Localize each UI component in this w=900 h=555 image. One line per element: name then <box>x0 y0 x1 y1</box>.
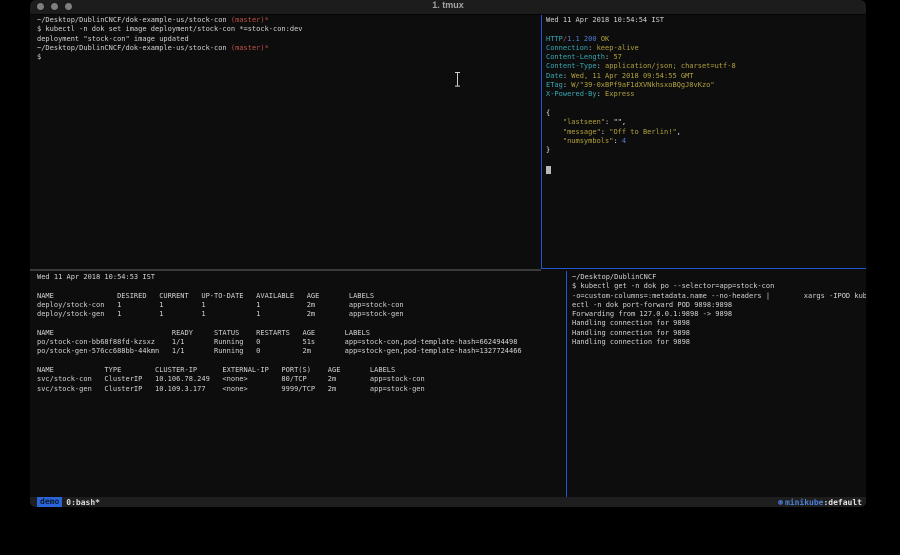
terminal-line: Forwarding from 127.0.0.1:9898 -> 9898 <box>572 310 866 319</box>
terminal-line: NAME READY STATUS RESTARTS AGE LABELS <box>37 329 573 338</box>
terminal-line: $ <box>37 53 548 62</box>
terminal-line: svc/stock-con ClusterIP 10.106.78.249 <n… <box>37 375 573 384</box>
pane-bottom-right-port-forward[interactable]: ~/Desktop/DublinCNCF$ kubectl get -n dok… <box>567 271 866 499</box>
terminal-line: Wed 11 Apr 2018 10:54:54 IST <box>546 16 866 25</box>
terminal-line <box>546 25 866 34</box>
terminal-line <box>546 100 866 109</box>
window-tab-bash[interactable]: 0:bash* <box>66 498 100 507</box>
terminal-line: ~/Desktop/DublinCNCF <box>572 273 866 282</box>
terminal-line: -o=custom-columns=:metadata.name --no-he… <box>572 292 866 301</box>
terminal-line <box>546 165 866 174</box>
terminal-line: svc/stock-gen ClusterIP 10.109.3.177 <no… <box>37 385 573 394</box>
terminal-line: Connection: keep-alive <box>546 44 866 53</box>
terminal-line <box>37 282 573 291</box>
title-bar[interactable]: 1. tmux <box>30 0 866 15</box>
ibeam-mouse-pointer <box>454 72 461 87</box>
desktop: 1. tmux ~/Desktop/DublinCNCF/dok-example… <box>0 0 900 555</box>
terminal-line: po/stock-con-bb68f88fd-kzsxz 1/1 Running… <box>37 338 573 347</box>
pane-top-right-http-response[interactable]: Wed 11 Apr 2018 10:54:54 IST HTTP/1.1 200… <box>542 15 866 269</box>
terminal-line <box>37 319 573 328</box>
terminal-line: ectl -n dok port-forward POD 9898:9898 <box>572 301 866 310</box>
terminal-line: HTTP/1.1 200 OK <box>546 35 866 44</box>
terminal-line: deploy/stock-gen 1 1 1 1 2m app=stock-ge… <box>37 310 573 319</box>
terminal-window: 1. tmux ~/Desktop/DublinCNCF/dok-example… <box>30 0 866 507</box>
terminal-line: X-Powered-By: Express <box>546 90 866 99</box>
terminal-line: deployment "stock-con" image updated <box>37 35 548 44</box>
terminal-line: $ kubectl get -n dok po --selector=app=s… <box>572 282 866 291</box>
tmux-panes: ~/Desktop/DublinCNCF/dok-example-us/stoc… <box>30 15 866 497</box>
terminal-line: Handling connection for 9898 <box>572 338 866 347</box>
terminal-line: ~/Desktop/DublinCNCF/dok-example-us/stoc… <box>37 44 548 53</box>
terminal-line: NAME TYPE CLUSTER-IP EXTERNAL-IP PORT(S)… <box>37 366 573 375</box>
window-title: 1. tmux <box>30 0 866 14</box>
terminal-line: ~/Desktop/DublinCNCF/dok-example-us/stoc… <box>37 16 548 25</box>
pane-divider-horizontal-right[interactable] <box>541 268 866 269</box>
terminal-line: "lastseen": "", <box>546 118 866 127</box>
terminal-line: Handling connection for 9898 <box>572 319 866 328</box>
terminal-line: "message": "Off to Berlin!", <box>546 128 866 137</box>
session-name[interactable]: demo <box>37 497 62 507</box>
kube-context: minikube <box>785 498 824 507</box>
pane-top-left-shell[interactable]: ~/Desktop/DublinCNCF/dok-example-us/stoc… <box>30 15 548 269</box>
terminal-line: Handling connection for 9898 <box>572 329 866 338</box>
status-right: ⊛ minikube :default <box>778 498 862 507</box>
terminal-line: $ kubectl -n dok set image deployment/st… <box>37 25 548 34</box>
pane-bottom-left-kubectl-get[interactable]: Wed 11 Apr 2018 10:54:53 IST NAME DESIRED… <box>30 271 573 499</box>
terminal-line: ETag: W/"39-0xBPf9aF1dXVNkhsxoBQgJ8vKzo" <box>546 81 866 90</box>
terminal-line: Content-Type: application/json; charset=… <box>546 62 866 71</box>
terminal-cursor <box>546 166 551 174</box>
terminal-line <box>37 357 573 366</box>
tmux-status-bar: demo 0:bash* ⊛ minikube :default <box>30 497 866 507</box>
terminal-line: Date: Wed, 11 Apr 2018 09:54:55 GMT <box>546 72 866 81</box>
status-left: demo 0:bash* <box>37 497 100 507</box>
terminal-line: { <box>546 109 866 118</box>
terminal-line: } <box>546 146 866 155</box>
terminal-line: Content-Length: 57 <box>546 53 866 62</box>
terminal-line: deploy/stock-con 1 1 1 1 2m app=stock-co… <box>37 301 573 310</box>
terminal-line <box>546 155 866 164</box>
terminal-line: NAME DESIRED CURRENT UP-TO-DATE AVAILABL… <box>37 292 573 301</box>
kubernetes-icon: ⊛ <box>778 498 783 507</box>
kube-namespace: :default <box>823 498 862 507</box>
terminal-line: "numsymbols": 4 <box>546 137 866 146</box>
terminal-line: po/stock-gen-576cc688bb-44kmn 1/1 Runnin… <box>37 347 573 356</box>
terminal-line: Wed 11 Apr 2018 10:54:53 IST <box>37 273 573 282</box>
